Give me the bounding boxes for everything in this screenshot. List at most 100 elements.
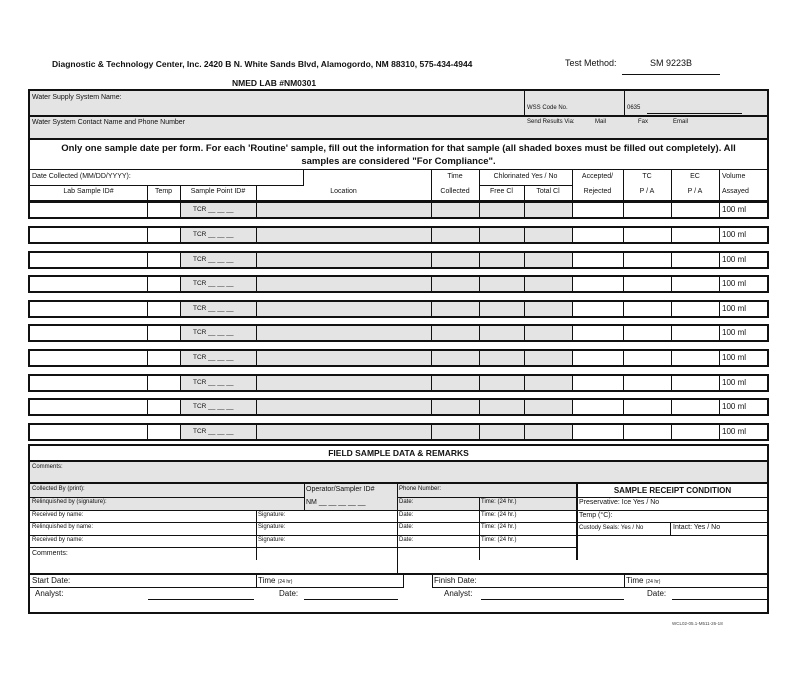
time-collected-cell[interactable] [431,376,479,390]
temp-cell[interactable] [147,302,180,316]
accepted-rejected-cell[interactable] [572,376,623,390]
analyst-date-line-2[interactable] [672,599,767,600]
total-cl-cell[interactable] [524,425,572,439]
time-collected-cell[interactable] [431,425,479,439]
lab-sample-id-cell[interactable] [30,277,147,291]
test-method-value[interactable]: SM 9223B [650,58,692,68]
ec-cell[interactable] [671,425,719,439]
location-cell[interactable] [256,425,431,439]
free-cl-cell[interactable] [479,425,524,439]
time-collected-cell[interactable] [431,351,479,365]
ec-cell[interactable] [671,203,719,217]
signature-label-2[interactable]: Signature: [258,524,285,530]
temp-cell[interactable] [147,425,180,439]
ec-cell[interactable] [671,376,719,390]
location-cell[interactable] [256,376,431,390]
temp-cell[interactable] [147,253,180,267]
send-option-fax[interactable]: Fax [638,119,648,125]
ec-cell[interactable] [671,326,719,340]
accepted-rejected-cell[interactable] [572,253,623,267]
location-cell[interactable] [256,277,431,291]
location-cell[interactable] [256,351,431,365]
volume-cell[interactable]: 100 ml [719,302,767,316]
free-cl-cell[interactable] [479,228,524,242]
preservative-field[interactable]: Preservative: Ice Yes / No [579,499,659,506]
free-cl-cell[interactable] [479,376,524,390]
start-time-field[interactable]: Time (24 hr) [258,576,292,585]
lab-sample-id-cell[interactable] [30,425,147,439]
accepted-rejected-cell[interactable] [572,400,623,414]
location-cell[interactable] [256,302,431,316]
total-cl-cell[interactable] [524,253,572,267]
time-label-3[interactable]: Time: (24 hr.) [481,524,516,530]
ec-cell[interactable] [671,228,719,242]
lab-sample-id-cell[interactable] [30,376,147,390]
temp-cell[interactable] [147,228,180,242]
temp-cell[interactable] [147,400,180,414]
free-cl-cell[interactable] [479,302,524,316]
receipt-temp-field[interactable]: Temp (°C): [579,512,613,519]
tc-cell[interactable] [623,277,671,291]
volume-cell[interactable]: 100 ml [719,253,767,267]
accepted-rejected-cell[interactable] [572,425,623,439]
lab-sample-id-cell[interactable] [30,228,147,242]
volume-cell[interactable]: 100 ml [719,425,767,439]
ec-cell[interactable] [671,351,719,365]
sample-point-cell[interactable]: TCR __ __ __ [180,376,256,390]
location-cell[interactable] [256,203,431,217]
time-collected-cell[interactable] [431,326,479,340]
accepted-rejected-cell[interactable] [572,228,623,242]
location-cell[interactable] [256,400,431,414]
tc-cell[interactable] [623,203,671,217]
temp-cell[interactable] [147,203,180,217]
tc-cell[interactable] [623,228,671,242]
sample-point-cell[interactable]: TCR __ __ __ [180,400,256,414]
received-by-name-label-2[interactable]: Received by name: [32,537,83,543]
custody-seals-field[interactable]: Custody Seals: Yes / No [579,525,643,531]
volume-cell[interactable]: 100 ml [719,228,767,242]
time-collected-cell[interactable] [431,253,479,267]
tc-cell[interactable] [623,400,671,414]
free-cl-cell[interactable] [479,351,524,365]
location-cell[interactable] [256,326,431,340]
tc-cell[interactable] [623,351,671,365]
lab-sample-id-cell[interactable] [30,253,147,267]
signature-label-1[interactable]: Signature: [258,512,285,518]
signature-label-3[interactable]: Signature: [258,537,285,543]
date-label-4[interactable]: Date: [399,537,413,543]
location-cell[interactable] [256,228,431,242]
ec-cell[interactable] [671,277,719,291]
temp-cell[interactable] [147,326,180,340]
accepted-rejected-cell[interactable] [572,326,623,340]
total-cl-cell[interactable] [524,400,572,414]
lab-sample-id-cell[interactable] [30,351,147,365]
finish-date-label[interactable]: Finish Date: [434,576,477,585]
received-by-name-label-1[interactable]: Received by name: [32,512,83,518]
tc-cell[interactable] [623,253,671,267]
temp-cell[interactable] [147,351,180,365]
tc-cell[interactable] [623,376,671,390]
accepted-rejected-cell[interactable] [572,203,623,217]
time-label-4[interactable]: Time: (24 hr.) [481,537,516,543]
time-collected-cell[interactable] [431,400,479,414]
temp-cell[interactable] [147,376,180,390]
total-cl-cell[interactable] [524,376,572,390]
accepted-rejected-cell[interactable] [572,302,623,316]
lab-sample-id-cell[interactable] [30,326,147,340]
operator-id-field[interactable]: NM __ __ __ __ __ [306,499,366,506]
analyst-line-1[interactable] [148,599,254,600]
start-date-label[interactable]: Start Date: [32,576,70,585]
ec-cell[interactable] [671,400,719,414]
total-cl-cell[interactable] [524,351,572,365]
comments-2-field[interactable] [30,548,576,574]
time-collected-cell[interactable] [431,302,479,316]
wss-code-value[interactable]: 0635 [627,105,640,111]
send-option-email[interactable]: Email [673,119,688,125]
free-cl-cell[interactable] [479,326,524,340]
lab-sample-id-cell[interactable] [30,302,147,316]
tc-cell[interactable] [623,326,671,340]
tc-cell[interactable] [623,425,671,439]
sample-point-cell[interactable]: TCR __ __ __ [180,228,256,242]
relinquished-by-name-label[interactable]: Relinquished by name: [32,524,93,530]
date-label-2[interactable]: Date: [399,512,413,518]
